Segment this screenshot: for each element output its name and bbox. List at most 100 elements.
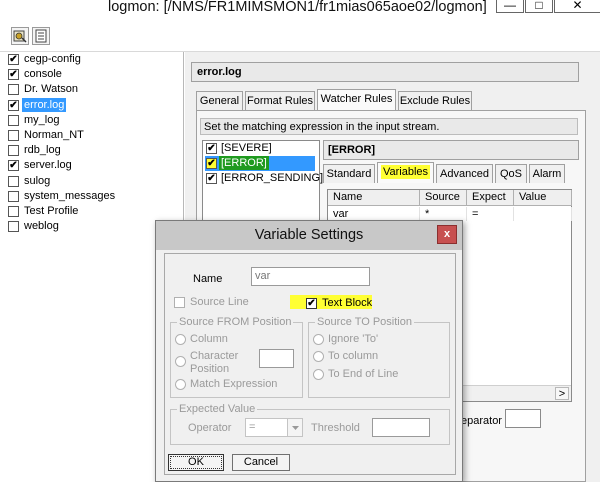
from-character-position-radio[interactable] (175, 356, 186, 367)
tree-item-label: system_messages (24, 189, 116, 202)
text-block-checkbox[interactable]: ✔ (306, 298, 317, 309)
tree-item-checkbox[interactable] (8, 145, 19, 157)
tree-item[interactable]: weblog (6, 219, 180, 234)
tree-item[interactable]: ✔ cegp-config (6, 52, 180, 67)
tree-item-checkbox[interactable] (8, 114, 19, 126)
expression-item[interactable]: ✔ [ERROR_SENDING] (205, 171, 323, 186)
name-label: Name (193, 273, 223, 285)
tab-variables-label: Variables (380, 165, 431, 179)
source-line-label: Source Line (190, 296, 249, 308)
tree-item-label: rdb_log (24, 144, 61, 157)
document-icon[interactable] (32, 27, 50, 45)
hint-text: Set the matching expression in the input… (204, 121, 440, 133)
table-cell-value[interactable] (514, 207, 572, 221)
tree-item-label: Norman_NT (24, 129, 84, 141)
tree-item-checkbox[interactable]: ✔ (8, 54, 19, 65)
tree-item[interactable]: ✔ error.log (6, 97, 180, 113)
settings-icon[interactable] (11, 27, 29, 45)
tree-item[interactable]: Norman_NT (6, 128, 180, 143)
name-input[interactable]: var (251, 267, 370, 286)
from-match-expression-radio[interactable] (175, 379, 186, 390)
to-ignore-label: Ignore 'To' (328, 333, 379, 345)
tree-item-label: sulog (24, 174, 51, 187)
separator-input[interactable] (505, 409, 541, 428)
tree-item-label: Test Profile (24, 205, 79, 217)
hint-bar: Set the matching expression in the input… (200, 118, 578, 135)
tree-item-checkbox[interactable] (8, 221, 19, 233)
tab-qos[interactable]: QoS (495, 164, 527, 183)
tab-standard[interactable]: Standard (323, 164, 375, 183)
tree-item-label: server.log (24, 159, 72, 172)
column-header-source[interactable]: Source (420, 190, 467, 206)
tree-item[interactable]: my_log (6, 113, 180, 128)
tree-item[interactable]: ✔ console (6, 67, 180, 82)
tree-item-checkbox[interactable] (8, 130, 19, 141)
column-header-name[interactable]: Name (328, 190, 420, 206)
tree-item-checkbox[interactable]: ✔ (8, 69, 19, 81)
threshold-label: Threshold (311, 422, 360, 434)
expression-checkbox[interactable]: ✔ (206, 158, 217, 169)
to-end-of-line-label: To End of Line (328, 368, 399, 380)
tab-variables[interactable]: Variables (377, 162, 434, 183)
tab-advanced[interactable]: Advanced (436, 164, 493, 183)
to-ignore-radio[interactable] (313, 334, 324, 345)
tree-item-checkbox[interactable] (8, 175, 19, 187)
tree-item-checkbox[interactable]: ✔ (8, 160, 19, 172)
to-column-radio[interactable] (313, 351, 324, 362)
tree-item[interactable]: system_messages (6, 189, 180, 204)
expression-checkbox[interactable]: ✔ (206, 173, 217, 184)
column-header-value[interactable]: Value (514, 190, 572, 206)
tree-item-label: Dr. Watson (24, 83, 78, 96)
tree-item[interactable]: rdb_log (6, 143, 180, 158)
expression-item[interactable]: ✔ [ERROR] (205, 156, 317, 171)
toolbar (0, 18, 600, 52)
tree-item-checkbox[interactable] (8, 206, 19, 217)
text-block-label: Text Block (322, 297, 373, 309)
tab-format-rules[interactable]: Format Rules (245, 91, 315, 110)
tree-item-checkbox[interactable]: ✔ (8, 99, 19, 111)
table-cell-expect[interactable]: = (467, 207, 514, 221)
separator-label: eparator (461, 415, 502, 427)
close-window-button[interactable]: ✕ (554, 0, 600, 13)
scroll-right-icon[interactable]: > (555, 387, 569, 400)
tree-item-label: weblog (24, 220, 59, 233)
tab-exclude-rules[interactable]: Exclude Rules (398, 91, 472, 110)
tab-alarm[interactable]: Alarm (529, 164, 565, 183)
tab-general[interactable]: General (196, 91, 243, 110)
chevron-down-icon[interactable] (287, 419, 302, 436)
from-position-label: Position (190, 363, 230, 375)
to-end-of-line-radio[interactable] (313, 369, 324, 380)
profile-title: error.log (197, 66, 242, 78)
profile-header: error.log (191, 62, 579, 82)
from-column-label: Column (190, 333, 228, 345)
table-cell-source[interactable]: * (420, 207, 467, 221)
table-cell-name[interactable]: var (328, 207, 420, 221)
maximize-button[interactable]: □ (525, 0, 553, 13)
expression-label: [ERROR_SENDING] (221, 172, 324, 184)
tree-item[interactable]: sulog (6, 174, 180, 189)
column-header-expect[interactable]: Expect (467, 190, 514, 206)
expected-value-title: Expected Value (177, 403, 258, 415)
minimize-button[interactable]: — (496, 0, 524, 13)
from-column-radio[interactable] (175, 334, 186, 345)
tree-item[interactable]: Test Profile (6, 204, 180, 219)
source-to-title: Source TO Position (315, 316, 414, 328)
character-position-input[interactable] (259, 349, 294, 368)
tree-item-checkbox[interactable] (8, 84, 19, 96)
tree-item[interactable]: Dr. Watson (6, 82, 180, 97)
threshold-input[interactable] (372, 418, 430, 437)
tree-item[interactable]: ✔ server.log (6, 158, 180, 173)
window-title: logmon: [/NMS/FR1MIMSMON1/fr1mias065aoe0… (108, 0, 487, 15)
ok-button[interactable]: OK (168, 454, 224, 471)
expression-checkbox[interactable]: ✔ (206, 143, 217, 154)
tab-watcher-rules[interactable]: Watcher Rules (317, 89, 396, 110)
expression-title-bar: [ERROR] (323, 140, 579, 160)
source-from-title: Source FROM Position (177, 316, 294, 328)
expression-item[interactable]: ✔ [SEVERE] (205, 141, 317, 156)
cancel-button[interactable]: Cancel (232, 454, 290, 471)
tree-item-checkbox[interactable] (8, 190, 19, 202)
operator-select[interactable]: = (245, 418, 303, 437)
tree-item-label: error.log (22, 97, 67, 112)
dialog-close-button[interactable]: x (437, 225, 457, 244)
source-line-checkbox[interactable] (174, 297, 185, 308)
